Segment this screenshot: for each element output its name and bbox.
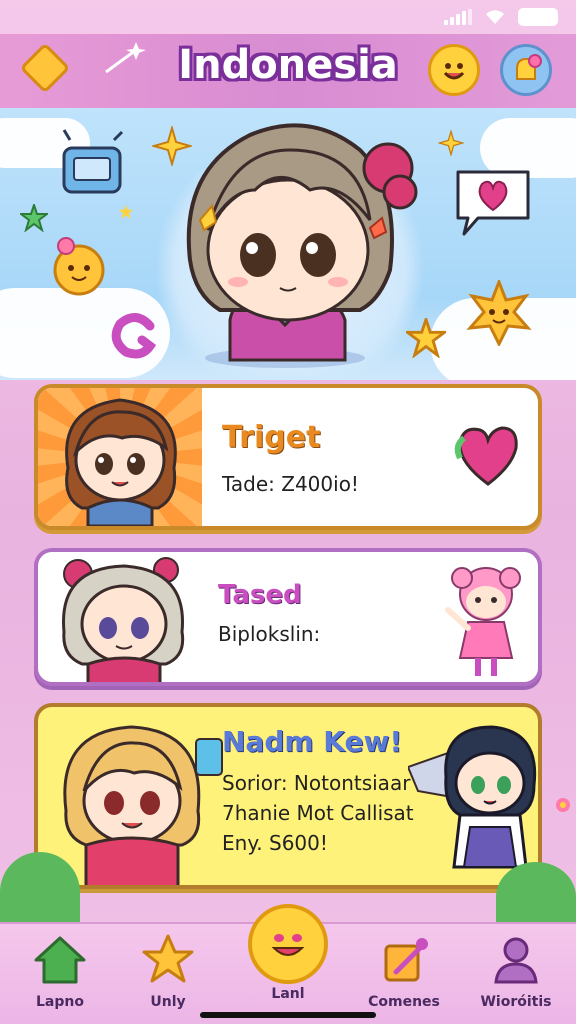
page-title: Indonesia [178, 42, 398, 88]
bush-decoration [0, 852, 80, 932]
emoji-button[interactable] [428, 44, 480, 96]
nav-label-home: Lapno [36, 994, 84, 1010]
nav-label-center: Lanl [271, 986, 305, 1002]
card-3-character [63, 725, 223, 885]
card-1-title: Triget [222, 420, 321, 455]
back-icon[interactable] [19, 42, 71, 94]
card-2-side-character [445, 567, 521, 676]
status-bar [0, 0, 576, 34]
card-2-text: Biplokslin: [218, 622, 321, 646]
star-icon [142, 934, 194, 983]
wifi-icon [486, 10, 504, 24]
card-2-character [62, 557, 185, 682]
card-1-character [65, 398, 177, 526]
nav-label-profile: Wioróitis [480, 994, 552, 1010]
card-3-line-1: Sorior: Notontsiaar [222, 771, 411, 795]
nav-item-profile[interactable]: Wioróitis [468, 934, 564, 1010]
robot-icon [62, 129, 124, 194]
sparkle-icon [438, 130, 464, 156]
notification-button[interactable] [500, 44, 552, 96]
hero-banner [0, 108, 576, 380]
star-icon [20, 204, 48, 232]
heart-speech-icon [456, 170, 530, 236]
nav-item-home[interactable]: Lapno [12, 934, 108, 1010]
nav-item-center[interactable]: Lanl [240, 904, 336, 1002]
heart-icon [454, 426, 518, 486]
card-3-line-2: 7hanie Mot Callisat [222, 801, 414, 825]
sparkle-icon [152, 126, 192, 166]
bell-icon [516, 54, 542, 80]
nav-item-edit[interactable]: Comenes [356, 934, 452, 1010]
home-indicator [200, 1012, 376, 1018]
top-bar: Indonesia [0, 34, 576, 108]
bottom-nav: Lapno Unly Lanl Comenes Wioróitis [0, 904, 576, 1024]
smiley-icon [443, 63, 465, 80]
nav-label-edit: Comenes [368, 994, 440, 1010]
content-card-2[interactable]: Tased Biplokslin: [34, 548, 542, 686]
sun-creature-icon [53, 237, 105, 296]
character-avatar [186, 123, 418, 368]
signal-icon [444, 9, 472, 25]
content-card-3[interactable]: Nadm Kew! Sorior: Notontsiaar 7hanie Mot… [34, 703, 542, 889]
star-icon [406, 318, 446, 358]
home-icon [34, 936, 86, 984]
card-3-title: Nadm Kew! [222, 725, 403, 758]
nav-item-star[interactable]: Unly [120, 934, 216, 1010]
edit-icon [384, 938, 428, 982]
card-3-line-3: Eny. S600! [222, 831, 328, 855]
card-2-title: Tased [218, 580, 302, 610]
card-1-portrait [38, 388, 202, 526]
profile-icon [494, 937, 538, 984]
smiley-icon [271, 934, 305, 956]
nav-label-star: Unly [150, 994, 186, 1010]
star-icon [118, 204, 134, 219]
battery-icon [518, 8, 558, 26]
swirl-icon [111, 313, 157, 359]
flower-icon [556, 798, 570, 812]
content-card-1[interactable]: Triget Tade: Z400io! [34, 384, 542, 530]
card-3-side-character [408, 725, 537, 869]
card-1-text: Tade: Z400io! [222, 472, 359, 496]
sun-star-icon [466, 280, 532, 346]
